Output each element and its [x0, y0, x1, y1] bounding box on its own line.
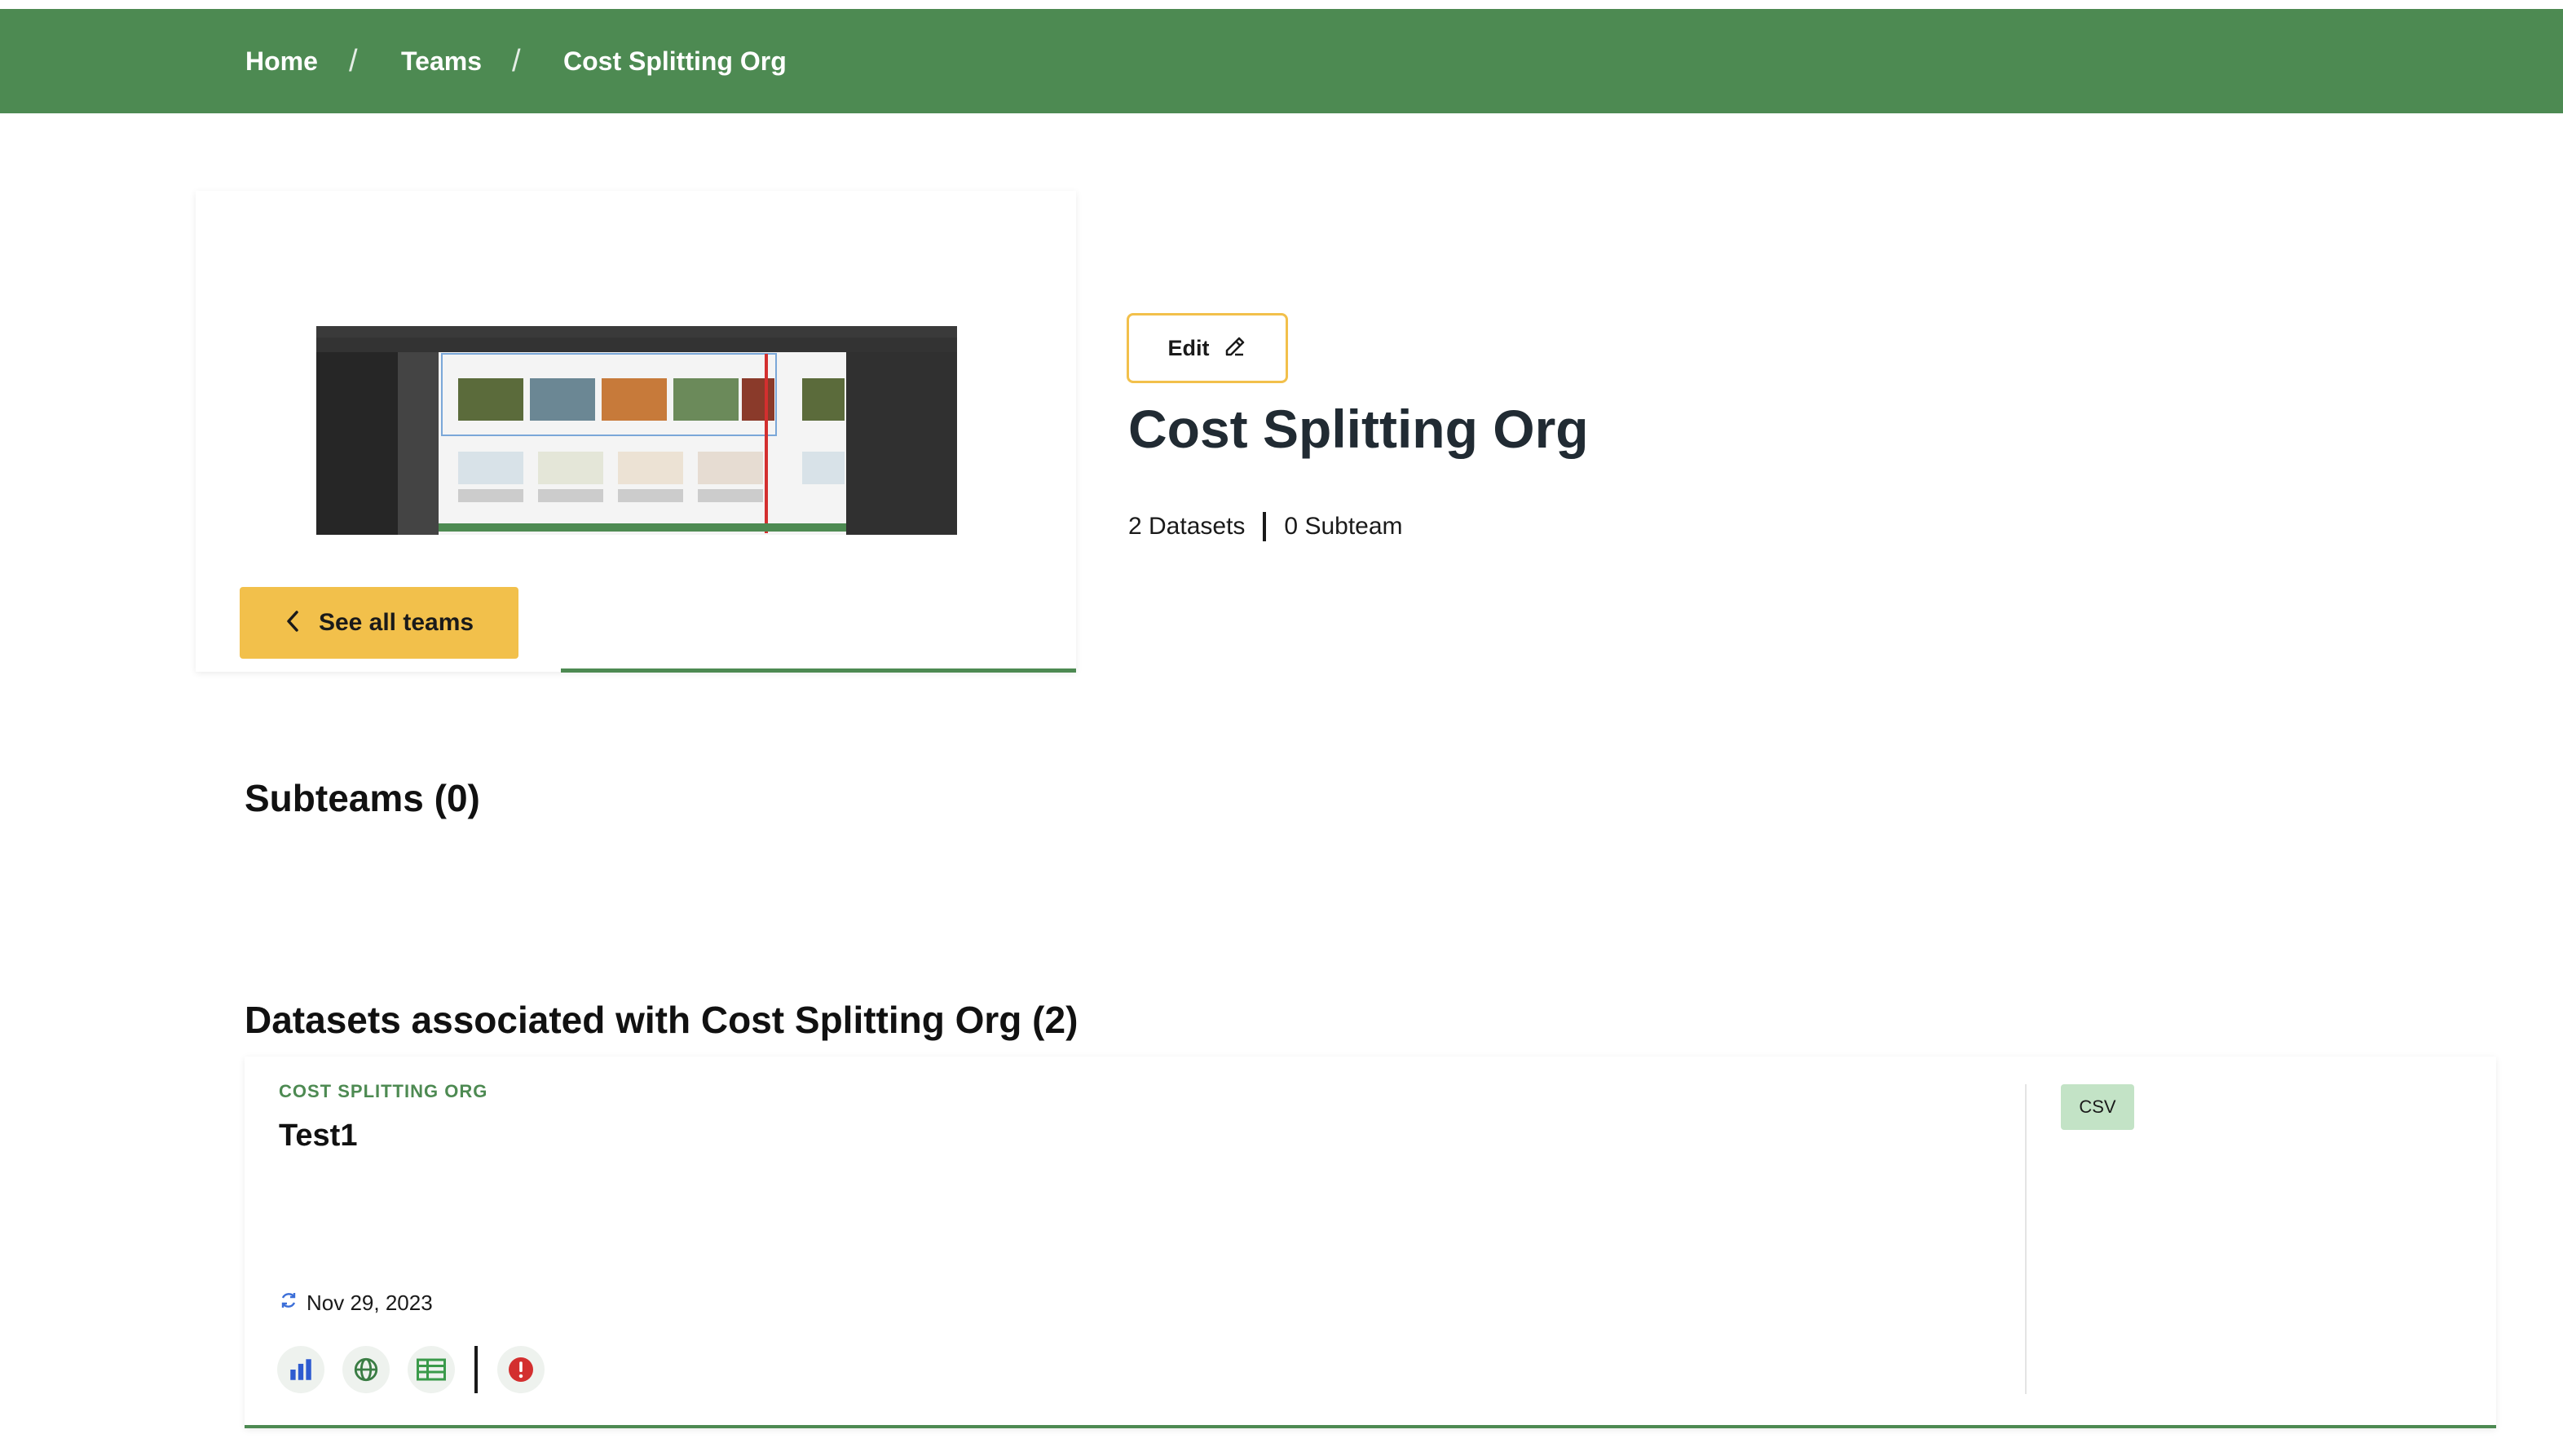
subteam-count: 0 Subteam	[1284, 513, 1403, 540]
screenshot-thumbnail-graphic	[316, 326, 957, 535]
edit-team-button[interactable]: Edit	[1127, 313, 1288, 383]
dataset-updated-date: Nov 29, 2023	[307, 1290, 433, 1315]
edit-label: Edit	[1167, 335, 1210, 360]
globe-icon[interactable]	[342, 1346, 390, 1393]
format-badge: CSV	[2061, 1084, 2134, 1130]
datasets-count: 2 Datasets	[1128, 513, 1246, 540]
breadcrumb-separator: /	[512, 44, 521, 78]
dataset-icon-row	[277, 1345, 545, 1394]
team-stats: 2 Datasets 0 Subteam	[1128, 510, 1403, 543]
see-all-teams-button[interactable]: See all teams	[240, 587, 518, 659]
dataset-card-underline	[245, 1425, 2496, 1428]
edit-pencil-icon	[1223, 334, 1247, 363]
stats-divider	[1263, 512, 1267, 541]
breadcrumb-home[interactable]: Home	[245, 9, 318, 113]
alert-icon[interactable]	[497, 1346, 545, 1393]
subteams-heading: Subteams (0)	[245, 777, 480, 819]
chevron-left-icon	[285, 609, 301, 638]
dataset-card-divider	[2025, 1084, 2027, 1394]
see-all-teams-label: See all teams	[318, 609, 474, 636]
team-thumbnail-image	[316, 326, 957, 535]
team-card-underline	[561, 668, 1076, 673]
refresh-icon	[279, 1291, 298, 1316]
dataset-title[interactable]: Test1	[279, 1118, 357, 1154]
datasets-heading: Datasets associated with Cost Splitting …	[245, 999, 1079, 1041]
bar-chart-icon[interactable]	[277, 1346, 324, 1393]
icon-divider	[474, 1346, 478, 1393]
dataset-org-label: COST SPLITTING ORG	[279, 1081, 488, 1101]
top-navbar: Home / Teams / Cost Splitting Org	[0, 9, 2563, 113]
breadcrumb-separator: /	[349, 44, 358, 78]
breadcrumb-current: Cost Splitting Org	[563, 46, 787, 76]
page-title: Cost Splitting Org	[1128, 399, 1589, 459]
table-icon[interactable]	[408, 1346, 455, 1393]
dataset-updated: Nov 29, 2023	[279, 1290, 433, 1316]
breadcrumb-teams[interactable]: Teams	[401, 9, 482, 113]
dataset-card[interactable]	[245, 1057, 2496, 1428]
